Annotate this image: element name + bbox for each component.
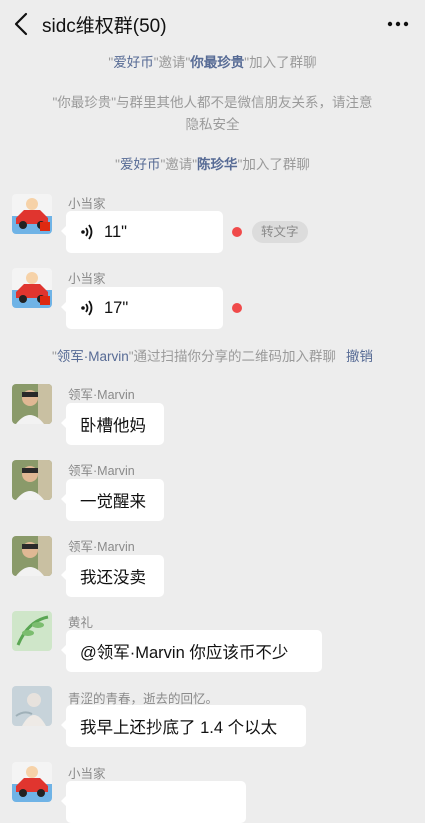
avatar[interactable] (12, 460, 52, 500)
voice-message-bubble[interactable]: 17" (61, 287, 223, 329)
chat-header: sidc维权群(50) (0, 0, 425, 48)
voice-icon (81, 300, 93, 316)
unread-dot (232, 303, 242, 313)
voice-message-bubble[interactable]: 11" (61, 211, 223, 253)
user-link[interactable]: 爱好币 (120, 157, 161, 172)
sender-name: 黄礼 (68, 616, 94, 630)
system-message: "你最珍贵"与群里其他人都不是微信朋友关系，请注意 隐私安全 (52, 95, 373, 132)
user-link[interactable]: 领军·Marvin (57, 349, 129, 364)
voice-duration: 17" (104, 298, 129, 317)
user-link[interactable]: 你最珍贵 (190, 55, 244, 70)
sender-name: 小当家 (68, 197, 106, 211)
sender-name: 小当家 (68, 767, 106, 781)
chat-title: sidc维权群(50) (42, 16, 167, 37)
avatar[interactable] (12, 384, 52, 424)
unread-dot (232, 227, 242, 237)
transcribe-button[interactable]: 转文字 (252, 221, 308, 243)
avatar[interactable] (12, 611, 52, 651)
text-message-bubble[interactable]: 卧槽他妈 (61, 403, 164, 445)
system-message: "领军·Marvin"通过扫描你分享的二维码加入群聊 撤销 (51, 349, 374, 364)
text-message-bubble[interactable]: 我早上还抄底了 1.4 个以太 (61, 705, 306, 747)
user-link[interactable]: 陈珍华 (197, 157, 238, 172)
sender-name: 小当家 (68, 272, 106, 286)
avatar[interactable] (12, 762, 52, 802)
text-message-bubble[interactable]: 一觉醒来 (61, 479, 164, 521)
sender-name: 领军·Marvin (68, 388, 135, 402)
avatar[interactable] (12, 194, 52, 234)
text-message-bubble[interactable] (61, 781, 246, 823)
system-message: "爱好币"邀请"陈珍华"加入了群聊 (115, 157, 310, 172)
voice-duration: 11" (104, 222, 127, 241)
text-message-bubble[interactable]: @领军·Marvin 你应该币不少 (61, 630, 322, 672)
voice-icon (81, 224, 93, 240)
text-message-bubble[interactable]: 我还没卖 (61, 555, 164, 597)
user-link[interactable]: 爱好币 (113, 55, 154, 70)
avatar[interactable] (12, 536, 52, 576)
sender-name: 领军·Marvin (68, 540, 135, 554)
more-options-icon[interactable] (385, 12, 411, 36)
back-arrow-icon[interactable] (10, 10, 36, 38)
avatar[interactable] (12, 686, 52, 726)
avatar[interactable] (12, 268, 52, 308)
revoke-button[interactable]: 撤销 (346, 349, 373, 364)
sender-name: 领军·Marvin (68, 464, 135, 478)
system-message: "爱好币"邀请"你最珍贵"加入了群聊 (108, 55, 317, 70)
